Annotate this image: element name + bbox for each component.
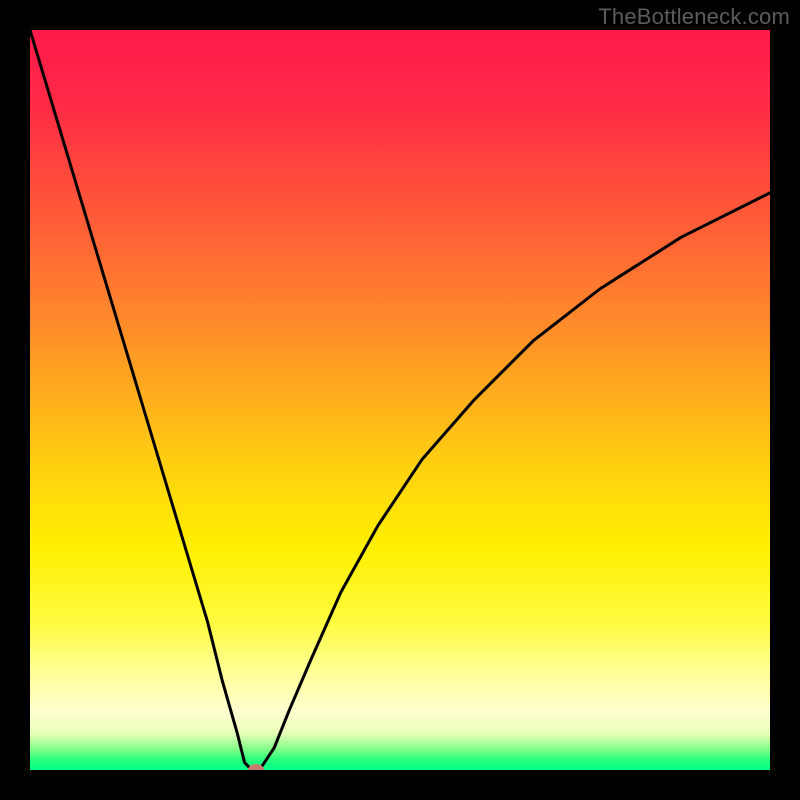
plot-area bbox=[30, 30, 770, 770]
bottleneck-curve bbox=[30, 30, 770, 770]
optimal-point-marker bbox=[248, 764, 264, 770]
watermark-text: TheBottleneck.com bbox=[598, 4, 790, 30]
chart-frame: TheBottleneck.com bbox=[0, 0, 800, 800]
